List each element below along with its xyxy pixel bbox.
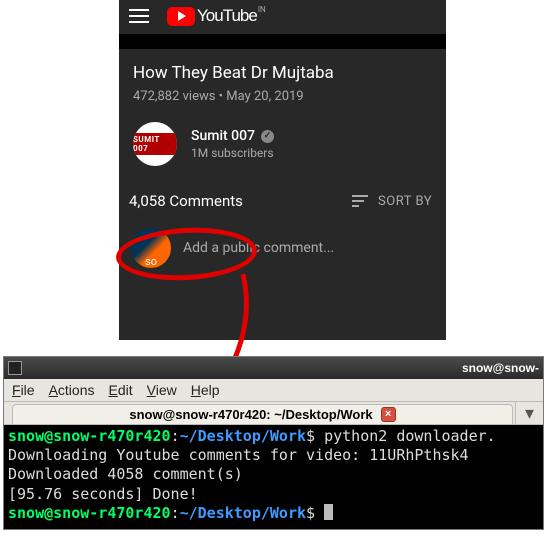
prompt-sep-2: : bbox=[171, 504, 180, 522]
comments-header: 4,058 Comments SORT BY bbox=[119, 182, 446, 216]
command-text: python2 downloader. bbox=[324, 427, 496, 445]
channel-avatar[interactable]: SUMIT 007 bbox=[133, 122, 177, 166]
add-comment-row: so Add a public comment... bbox=[119, 216, 446, 268]
meta-separator: • bbox=[215, 89, 226, 104]
view-count: 472,882 views bbox=[133, 89, 215, 104]
sort-button[interactable]: SORT BY bbox=[352, 194, 432, 209]
channel-row[interactable]: SUMIT 007 Sumit 007 ✓ 1M subscribers bbox=[119, 104, 446, 182]
prompt-user: snow@snow-r470r420 bbox=[8, 427, 171, 445]
region-badge: IN bbox=[258, 5, 266, 14]
menu-icon[interactable] bbox=[129, 9, 149, 23]
prompt-path: ~/Desktop/Work bbox=[180, 427, 306, 445]
video-meta: 472,882 views • May 20, 2019 bbox=[119, 89, 446, 104]
tab-add-button[interactable]: ▾ bbox=[515, 402, 543, 424]
terminal-titlebar[interactable]: snow@snow- bbox=[4, 357, 543, 379]
youtube-logo[interactable]: YouTube IN bbox=[167, 6, 267, 26]
comment-input[interactable]: Add a public comment... bbox=[183, 240, 432, 256]
prompt-user-2: snow@snow-r470r420 bbox=[8, 504, 171, 522]
terminal-tab[interactable]: snow@snow-r470r420: ~/Desktop/Work × bbox=[12, 404, 513, 424]
channel-name: Sumit 007 bbox=[191, 128, 255, 144]
terminal-window: snow@snow- File Actions Edit View Help s… bbox=[3, 356, 544, 530]
terminal-menubar: File Actions Edit View Help bbox=[4, 379, 543, 402]
user-avatar[interactable]: so bbox=[131, 228, 171, 268]
subscriber-count: 1M subscribers bbox=[191, 146, 274, 160]
channel-info: Sumit 007 ✓ 1M subscribers bbox=[191, 128, 274, 160]
youtube-play-icon bbox=[167, 7, 195, 26]
upload-date: May 20, 2019 bbox=[226, 89, 303, 104]
menu-view[interactable]: View bbox=[147, 382, 177, 398]
prompt-sep: : bbox=[171, 427, 180, 445]
menu-actions[interactable]: Actions bbox=[49, 382, 95, 398]
tab-close-icon[interactable]: × bbox=[381, 407, 396, 422]
youtube-mobile-panel: YouTube IN How They Beat Dr Mujtaba 472,… bbox=[119, 0, 446, 340]
prompt-end: $ bbox=[306, 427, 324, 445]
menu-help[interactable]: Help bbox=[191, 382, 220, 398]
window-title: snow@snow- bbox=[462, 361, 539, 375]
video-title: How They Beat Dr Mujtaba bbox=[119, 49, 446, 89]
sort-icon bbox=[352, 195, 368, 207]
terminal-cursor bbox=[324, 504, 333, 520]
sort-label: SORT BY bbox=[378, 194, 432, 209]
channel-name-row: Sumit 007 ✓ bbox=[191, 128, 274, 144]
user-avatar-text: so bbox=[145, 255, 157, 268]
window-icon bbox=[8, 361, 22, 375]
channel-avatar-text: SUMIT 007 bbox=[133, 133, 177, 155]
prompt-path-2: ~/Desktop/Work bbox=[180, 504, 306, 522]
menu-file[interactable]: File bbox=[12, 382, 35, 398]
youtube-header: YouTube IN bbox=[119, 0, 446, 34]
output-line-3: [95.76 seconds] Done! bbox=[8, 485, 198, 503]
youtube-wordmark: YouTube bbox=[197, 6, 257, 26]
output-line-1: Downloading Youtube comments for video: … bbox=[8, 446, 469, 464]
verified-icon: ✓ bbox=[261, 130, 274, 143]
comments-count: 4,058 Comments bbox=[127, 186, 245, 216]
output-line-2: Downloaded 4058 comment(s) bbox=[8, 465, 243, 483]
terminal-body[interactable]: snow@snow-r470r420:~/Desktop/Work$ pytho… bbox=[4, 425, 543, 529]
terminal-tabbar: snow@snow-r470r420: ~/Desktop/Work × ▾ bbox=[4, 402, 543, 425]
prompt-end-2: $ bbox=[306, 504, 324, 522]
menu-edit[interactable]: Edit bbox=[109, 382, 133, 398]
video-player-placeholder bbox=[119, 34, 446, 49]
tab-title: snow@snow-r470r420: ~/Desktop/Work bbox=[129, 407, 372, 422]
